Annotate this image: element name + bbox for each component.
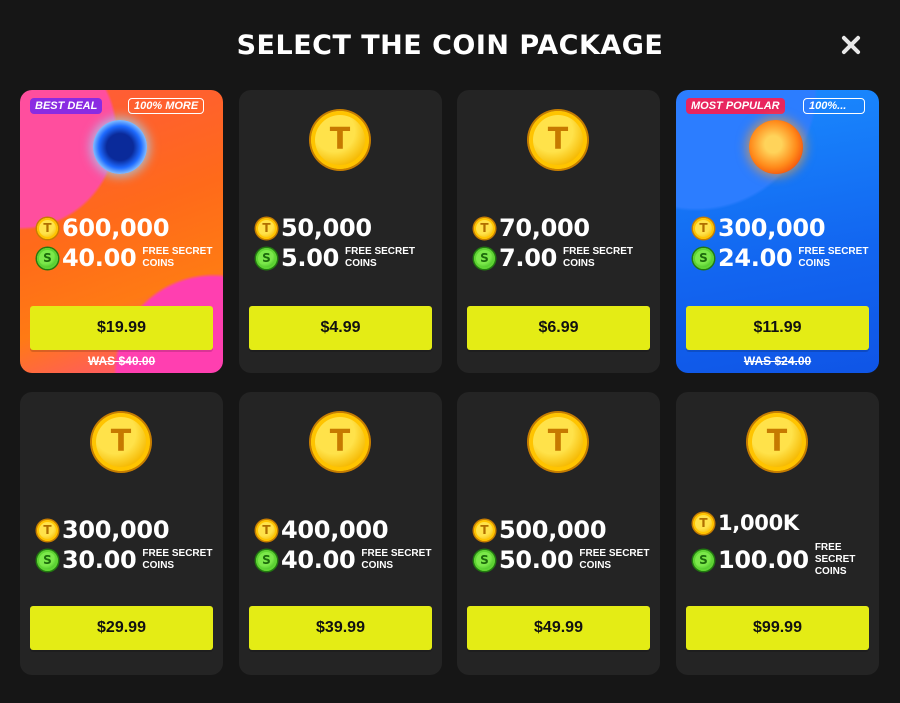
secret-amount: 50.00	[499, 546, 574, 574]
buy-button[interactable]: $4.99	[249, 306, 432, 350]
gold-coin-icon: T	[693, 512, 714, 534]
secret-coin-icon: S	[256, 549, 277, 571]
free-secret-label: FREE SECRET COINS	[579, 548, 650, 571]
gold-coin-icon: T	[529, 413, 587, 471]
close-icon[interactable]	[838, 32, 864, 58]
was-price: WAS $24.00	[743, 354, 812, 368]
most-popular-badge: MOST POPULAR	[686, 98, 785, 114]
gold-coin-icon: T	[748, 413, 806, 471]
secret-amount: 24.00	[718, 244, 793, 272]
free-secret-label: FREE SECRET COINS	[345, 246, 416, 269]
secret-coin-icon: S	[256, 247, 277, 269]
secret-amount: 100.00	[718, 546, 809, 574]
gold-coin-icon: T	[693, 217, 714, 239]
secret-amount: 40.00	[62, 244, 137, 272]
gold-coin-icon: T	[311, 413, 369, 471]
coin-amount: 1,000K	[718, 511, 799, 535]
coin-amount: 300,000	[62, 516, 170, 544]
secret-amount: 7.00	[499, 244, 558, 272]
package-card-most-popular[interactable]: MOST POPULAR 100%... T 300,000 S 24.00 F…	[676, 90, 879, 373]
free-secret-label: FREE SECRET COINS	[142, 548, 213, 571]
coin-amount: 300,000	[718, 214, 826, 242]
gold-coin-icon: T	[37, 217, 58, 239]
gold-coin-icon: T	[474, 217, 495, 239]
package-card[interactable]: T T 300,000 S 30.00 FREE SECRET COINS $2…	[20, 392, 223, 675]
gold-coin-icon: T	[311, 111, 369, 169]
secret-coin-icon: S	[37, 549, 58, 571]
free-secret-label: FREE SECRET COINS	[798, 246, 869, 269]
buy-button[interactable]: $49.99	[467, 606, 650, 650]
free-secret-label: FREE SECRET COINS	[361, 548, 432, 571]
coin-amount: 400,000	[281, 516, 389, 544]
secret-coin-icon: S	[474, 247, 495, 269]
buy-button[interactable]: $99.99	[686, 606, 869, 650]
gold-coin-icon: T	[92, 413, 150, 471]
secret-coin-icon: S	[693, 549, 714, 571]
secret-coin-icon: S	[37, 247, 58, 269]
buy-button[interactable]: $29.99	[30, 606, 213, 650]
package-card[interactable]: T T 70,000 S 7.00 FREE SECRET COINS $6.9…	[457, 90, 660, 373]
best-deal-badge: BEST DEAL	[30, 98, 103, 114]
buy-button[interactable]: $6.99	[467, 306, 650, 350]
coin-package-modal: SELECT THE COIN PACKAGE BEST DEAL 100% M…	[0, 0, 900, 703]
blue-orb-icon	[93, 120, 147, 174]
secret-amount: 5.00	[281, 244, 340, 272]
free-secret-label: FREE SECRET COINS	[814, 542, 856, 577]
coin-amount: 70,000	[499, 214, 590, 242]
coin-amount: 500,000	[499, 516, 607, 544]
free-secret-label: FREE SECRET COINS	[563, 246, 634, 269]
secret-amount: 30.00	[62, 546, 137, 574]
modal-title: SELECT THE COIN PACKAGE	[236, 30, 664, 61]
gold-coin-icon: T	[37, 519, 58, 541]
bonus-badge: 100% MORE	[128, 98, 205, 114]
free-secret-label: FREE SECRET COINS	[142, 246, 213, 269]
buy-button[interactable]: $39.99	[249, 606, 432, 650]
buy-button[interactable]: $19.99	[30, 306, 213, 350]
secret-coin-icon: S	[693, 247, 714, 269]
coin-amount: 50,000	[281, 214, 372, 242]
package-card[interactable]: T T 500,000 S 50.00 FREE SECRET COINS $4…	[457, 392, 660, 675]
was-price: WAS $40.00	[87, 354, 156, 368]
package-grid: BEST DEAL 100% MORE T 600,000 S 40.00 FR…	[20, 90, 880, 675]
package-card[interactable]: T T 1,000K S 100.00 FREE SECRET COINS $9…	[676, 392, 879, 675]
bonus-badge: 100%...	[803, 98, 865, 114]
coin-amount: 600,000	[62, 214, 170, 242]
gold-coin-icon: T	[474, 519, 495, 541]
buy-button[interactable]: $11.99	[686, 306, 869, 350]
gold-coin-icon: T	[256, 519, 277, 541]
secret-amount: 40.00	[281, 546, 356, 574]
gold-coin-icon: T	[256, 217, 277, 239]
package-card[interactable]: T T 400,000 S 40.00 FREE SECRET COINS $3…	[239, 392, 442, 675]
gold-coin-icon: T	[529, 111, 587, 169]
package-card[interactable]: T T 50,000 S 5.00 FREE SECRET COINS $4.9…	[239, 90, 442, 373]
package-card-best-deal[interactable]: BEST DEAL 100% MORE T 600,000 S 40.00 FR…	[20, 90, 223, 373]
secret-coin-icon: S	[474, 549, 495, 571]
sun-orb-icon	[749, 120, 803, 174]
